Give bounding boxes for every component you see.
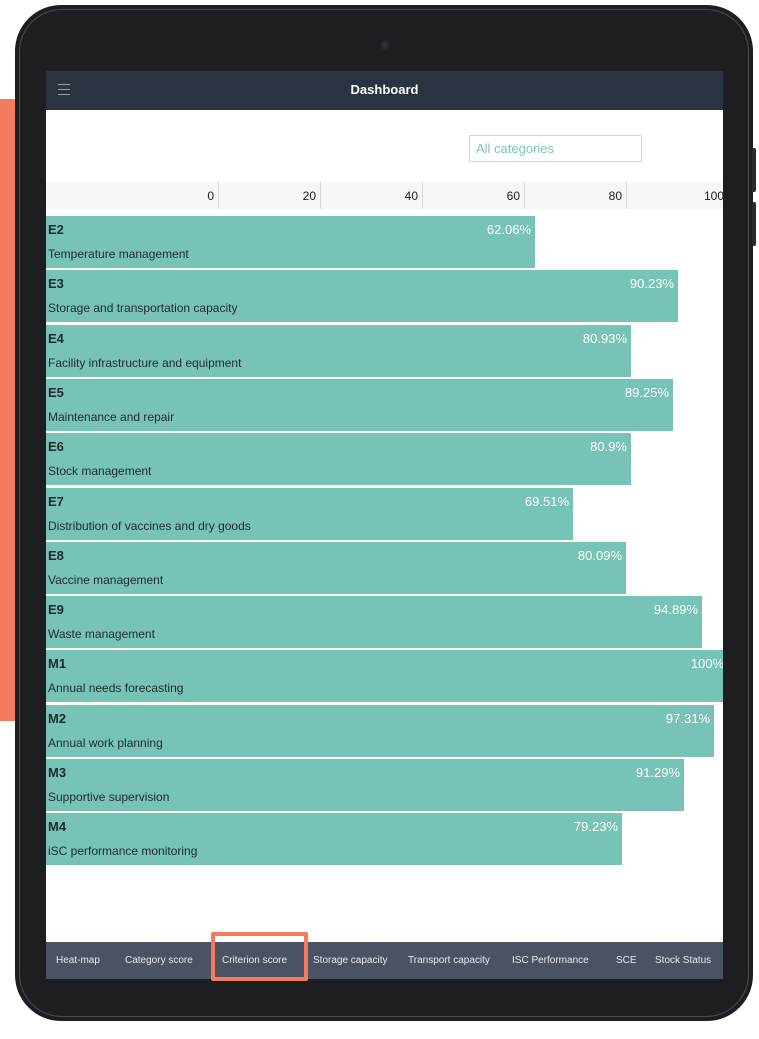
criterion-code: E8 <box>48 547 64 563</box>
axis-tick-line <box>626 182 627 209</box>
axis-tick-label: 20 <box>302 189 316 203</box>
criterion-code: E3 <box>48 276 64 292</box>
tab-sce[interactable]: SCE <box>616 942 637 979</box>
volume-up-button <box>752 148 756 192</box>
axis-tick-label: 100 <box>703 189 723 203</box>
criterion-name: Maintenance and repair <box>48 409 175 424</box>
criterion-bar[interactable]: M1 Annual needs forecasting 100% <box>46 650 723 703</box>
criterion-name: Facility infrastructure and equipment <box>48 355 242 370</box>
bottom-tab-bar: Heat-map Category score Criterion score Sto… <box>46 942 723 979</box>
criterion-name: Annual work planning <box>48 735 163 750</box>
criterion-code: M3 <box>48 765 67 780</box>
axis-tick-label: 40 <box>404 189 418 203</box>
criterion-code: E9 <box>48 602 64 618</box>
criterion-bar[interactable]: E4 Facility infrastructure and equipment 8… <box>46 324 631 377</box>
criterion-code: M2 <box>48 710 67 726</box>
criterion-name: Vaccine management <box>48 572 164 587</box>
criterion-code: E5 <box>48 384 64 400</box>
criterion-name: Stock management <box>48 464 152 479</box>
category-filter-select[interactable]: All categories <box>469 135 642 162</box>
axis-tick-line <box>524 182 525 209</box>
criterion-name: iSC performance monitoring <box>48 844 198 859</box>
app-screen: Dashboard All categories 0 20 40 60 80 100 E2… <box>46 71 723 979</box>
criterion-bar[interactable]: E2 Temperature management 62.06% <box>46 216 535 268</box>
criterion-bar[interactable]: E3 Storage and transportation capacity 90.… <box>46 270 678 323</box>
app-header: Dashboard <box>46 71 723 110</box>
criterion-bar[interactable]: E9 Waste management 94.89% <box>46 596 702 649</box>
criterion-score-label: 100% <box>690 656 723 672</box>
tab-stock-status[interactable]: Stock Status <box>655 942 711 979</box>
axis-tick-label: 60 <box>506 189 520 203</box>
front-camera <box>380 40 390 50</box>
axis-tick-label: 0 <box>207 189 214 203</box>
criterion-score-label: 80.93% <box>582 330 627 346</box>
axis-tick-line <box>218 182 219 209</box>
criterion-score-label: 62.06% <box>486 222 531 237</box>
criterion-score-label: 69.51% <box>524 493 569 509</box>
page-title: Dashboard <box>350 82 419 97</box>
tab-transport-capacity[interactable]: Transport capacity <box>408 942 490 979</box>
criterion-bar[interactable]: M2 Annual work planning 97.31% <box>46 704 714 757</box>
tab-isc-performance[interactable]: ISC Performance <box>512 942 589 979</box>
criterion-score-label: 89.25% <box>624 384 669 400</box>
criterion-name: Annual needs forecasting <box>48 681 184 696</box>
criterion-score-label: 80.09% <box>577 547 622 563</box>
criterion-code: E4 <box>48 330 64 346</box>
criterion-bar[interactable]: E7 Distribution of vaccines and dry goods… <box>46 487 573 540</box>
criterion-score-label: 97.31% <box>665 710 710 726</box>
tab-storage-capacity[interactable]: Storage capacity <box>313 942 388 979</box>
criterion-name: Storage and transportation capacity <box>48 301 238 316</box>
axis-tick-line <box>320 182 321 209</box>
criterion-name: Distribution of vaccines and dry goods <box>48 518 251 533</box>
criterion-score-label: 80.9% <box>590 439 627 455</box>
criterion-bar[interactable]: E6 Stock management 80.9% <box>46 433 631 486</box>
criterion-code: M1 <box>48 656 67 672</box>
criterion-score-label: 90.23% <box>629 276 674 292</box>
criterion-name: Temperature management <box>48 247 189 261</box>
criterion-bar[interactable]: M3 Supportive supervision 91.29% <box>46 759 684 811</box>
criterion-score-label: 79.23% <box>573 819 618 835</box>
selected-tab-highlight <box>211 932 308 981</box>
criterion-name: Supportive supervision <box>48 790 170 804</box>
axis-tick-line <box>422 182 423 209</box>
criterion-code: E6 <box>48 439 64 455</box>
criterion-name: Waste management <box>48 627 155 642</box>
criterion-code: E7 <box>48 493 64 509</box>
criterion-score-label: 91.29% <box>635 765 680 780</box>
tab-category-score[interactable]: Category score <box>125 942 193 979</box>
criterion-bar[interactable]: M4 iSC performance monitoring 79.23% <box>46 813 622 866</box>
criterion-score-label: 94.89% <box>653 602 698 618</box>
criterion-bar[interactable]: E5 Maintenance and repair 89.25% <box>46 378 673 431</box>
tab-heat-map[interactable]: Heat-map <box>56 942 100 979</box>
criterion-bar[interactable]: E8 Vaccine management 80.09% <box>46 541 626 594</box>
criterion-code: E2 <box>48 222 64 237</box>
axis-tick-label: 80 <box>608 189 622 203</box>
volume-down-button <box>752 202 756 246</box>
criterion-code: M4 <box>48 819 67 835</box>
